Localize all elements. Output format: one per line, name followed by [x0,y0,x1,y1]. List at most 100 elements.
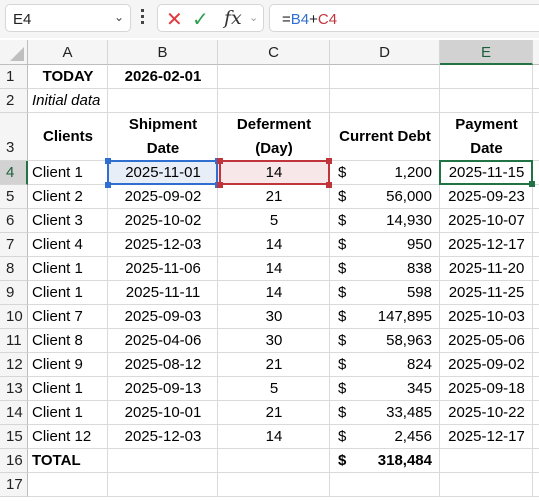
column-header-f[interactable] [533,40,539,65]
cell[interactable] [440,473,533,497]
chevron-down-icon[interactable]: ⌄ [114,10,124,24]
cell[interactable] [28,473,108,497]
row-header-6[interactable]: 6 [0,209,28,233]
client-name: Client 1 [32,404,83,421]
cell[interactable] [533,257,539,281]
column-header-e[interactable]: E [440,40,533,65]
fill-handle[interactable] [529,181,535,187]
cell[interactable] [533,65,539,89]
row-header-9[interactable]: 9 [0,281,28,305]
payment-date: 2025-11-20 [448,260,525,277]
cell[interactable] [108,449,218,473]
payment-date: 2025-11-15 [448,164,525,181]
column-header-c[interactable]: C [218,40,330,65]
row-header-4[interactable]: 4 [0,161,28,185]
cell[interactable] [218,89,330,113]
insert-function-icon[interactable]: fx [224,7,242,29]
row-header-2[interactable]: 2 [0,89,28,113]
ref-handle-b4[interactable] [105,158,111,164]
current-debt: 1,200 [394,164,432,181]
formula-operator: + [309,11,318,28]
ref-handle-c4[interactable] [326,158,332,164]
cell[interactable] [440,89,533,113]
ref-handle-c4[interactable] [326,182,332,188]
client-name: Client 4 [32,236,83,253]
payment-date: 2025-10-03 [448,308,525,325]
client-name: Client 12 [32,428,92,445]
row-header-7[interactable]: 7 [0,233,28,257]
cell[interactable] [533,353,539,377]
cell[interactable] [533,281,539,305]
row-header-11[interactable]: 11 [0,329,28,353]
cell[interactable] [533,401,539,425]
formula-equals: = [282,11,291,28]
cell[interactable] [533,209,539,233]
column-header-b[interactable]: B [108,40,218,65]
initial-data-label: Initial data [32,92,101,109]
cell[interactable] [533,425,539,449]
header-current-debt: Current Debt [339,128,431,145]
cancel-icon[interactable]: ✕ [166,7,183,32]
name-box[interactable]: E4 ⌄ [5,4,131,32]
shipment-date: 2025-10-01 [124,404,202,421]
cell[interactable] [533,185,539,209]
row-header-15[interactable]: 15 [0,425,28,449]
today-value: 2026-02-01 [124,68,202,85]
cell[interactable] [533,473,539,497]
deferment-days: 5 [269,212,279,229]
enter-icon[interactable]: ✓ [192,7,209,32]
chevron-down-icon[interactable]: ⌄ [249,11,258,24]
ref-handle-c4[interactable] [217,182,223,188]
row-header-3[interactable]: 3 [0,113,28,161]
payment-date: 2025-10-07 [448,212,525,229]
header-shipment-line2: Date [146,140,180,157]
column-header-d[interactable]: D [330,40,440,65]
row-header-10[interactable]: 10 [0,305,28,329]
cell[interactable] [533,449,539,473]
client-name: Client 1 [32,284,83,301]
client-name: Client 9 [32,356,83,373]
ref-handle-c4[interactable] [217,158,223,164]
shipment-date: 2025-04-06 [124,332,202,349]
row-header-17[interactable]: 17 [0,473,28,497]
column-header-a[interactable]: A [28,40,108,65]
cell[interactable] [218,449,330,473]
cell[interactable] [533,329,539,353]
shipment-date: 2025-09-03 [124,308,202,325]
total-value: 318,484 [377,452,432,469]
row-header-16[interactable]: 16 [0,449,28,473]
cell[interactable] [330,89,440,113]
cell[interactable] [533,305,539,329]
current-debt: 2,456 [394,428,432,445]
formula-input[interactable]: =B4+C4 [269,4,539,32]
cell[interactable] [533,233,539,257]
cell[interactable] [330,65,440,89]
select-all-button[interactable] [0,40,28,65]
cell[interactable] [533,89,539,113]
cell[interactable] [440,449,533,473]
row-header-14[interactable]: 14 [0,401,28,425]
current-debt: 950 [406,236,432,253]
ref-handle-b4[interactable] [105,182,111,188]
payment-date: 2025-09-23 [448,188,525,205]
payment-date: 2025-11-25 [448,284,525,301]
current-debt: 14,930 [386,212,432,229]
cell[interactable] [108,473,218,497]
cell[interactable] [440,65,533,89]
cell[interactable] [533,377,539,401]
row-header-12[interactable]: 12 [0,353,28,377]
cell[interactable] [330,473,440,497]
row-header-8[interactable]: 8 [0,257,28,281]
shipment-date: 2025-11-01 [125,164,201,181]
client-name: Client 2 [32,188,83,205]
row-header-13[interactable]: 13 [0,377,28,401]
cell[interactable] [218,65,330,89]
cell[interactable] [218,473,330,497]
payment-date: 2025-10-22 [448,404,525,421]
row-header-5[interactable]: 5 [0,185,28,209]
more-options-icon[interactable] [141,9,145,27]
row-header-1[interactable]: 1 [0,65,28,89]
total-label: TOTAL [32,452,81,469]
current-debt: 824 [406,356,432,373]
cell[interactable] [533,113,539,161]
